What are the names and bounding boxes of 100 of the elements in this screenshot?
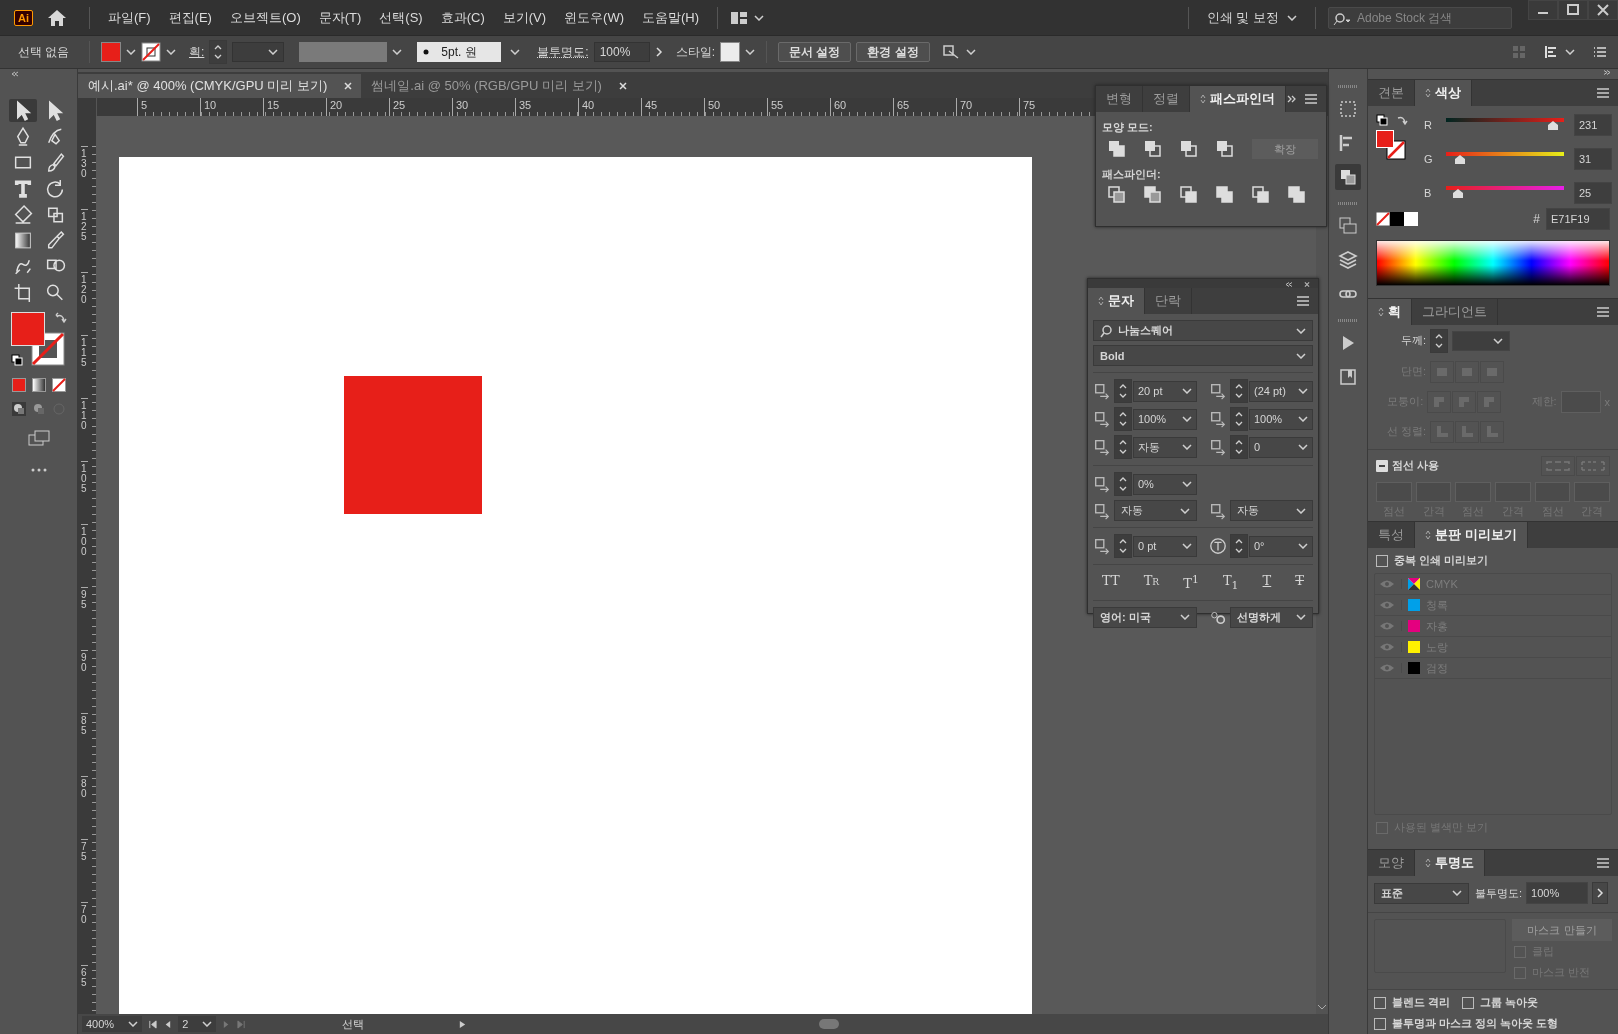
menu-item[interactable]: 오브젝트(O) xyxy=(223,8,307,27)
font-family-field[interactable]: 나눔스퀘어 xyxy=(1093,320,1313,341)
checkbox[interactable] xyxy=(1376,554,1388,567)
color-spectrum[interactable] xyxy=(1376,240,1610,286)
value-field[interactable]: (24 pt) xyxy=(1249,380,1313,402)
default-colors-icon[interactable] xyxy=(1376,114,1388,126)
opacity-label[interactable]: 불투명도: xyxy=(537,43,589,61)
minimize-icon[interactable] xyxy=(1528,0,1558,20)
value-field[interactable]: 20 pt xyxy=(1133,380,1197,402)
chevron-right-icon[interactable] xyxy=(1592,882,1609,904)
stepper-button[interactable] xyxy=(1114,435,1132,459)
type-style-button[interactable]: T xyxy=(1292,573,1307,592)
layout-icon[interactable] xyxy=(730,10,749,25)
slider-thumb[interactable] xyxy=(1454,155,1467,165)
settings-button[interactable]: 문서 설정 xyxy=(778,42,852,62)
artboard-field[interactable]: 2 xyxy=(178,1016,217,1032)
none-mode-icon[interactable] xyxy=(51,378,66,392)
stepper-button[interactable] xyxy=(1230,407,1248,431)
collapse-icon[interactable] xyxy=(1284,281,1294,288)
quick-swatch[interactable] xyxy=(1404,212,1418,226)
draw-normal-icon[interactable] xyxy=(11,402,26,416)
menu-icon[interactable] xyxy=(1296,296,1310,306)
channel-value-field[interactable]: 25 xyxy=(1574,182,1612,204)
font-style-field[interactable]: Bold xyxy=(1093,345,1313,366)
panel-tab[interactable]: 단락 xyxy=(1145,288,1192,314)
panel-tab[interactable]: 문자 xyxy=(1088,288,1145,314)
menu-icon[interactable] xyxy=(1596,88,1610,98)
type-style-button[interactable]: T$^{1}$ xyxy=(1180,573,1202,592)
color-mode-icon[interactable] xyxy=(11,378,26,392)
overlapping-squares-icon[interactable] xyxy=(1144,186,1162,204)
panel-tab[interactable]: 분판 미리보기 xyxy=(1415,522,1528,549)
list-icon[interactable] xyxy=(1592,44,1608,60)
panel-tab[interactable]: 변형 xyxy=(1096,86,1143,112)
isolate-icon[interactable] xyxy=(940,43,961,61)
expand-panel-icon[interactable] xyxy=(1286,94,1298,104)
document-tab[interactable]: 예시.ai* @ 400% (CMYK/GPU 미리 보기) xyxy=(78,74,362,98)
scroll-thumb[interactable] xyxy=(818,1019,839,1029)
menu-item[interactable]: 파일(F) xyxy=(102,8,157,27)
type-style-button[interactable]: TT xyxy=(1099,573,1123,592)
slider-thumb[interactable] xyxy=(1546,121,1559,131)
menu-item[interactable]: 편집(E) xyxy=(162,8,218,27)
checkbox[interactable] xyxy=(1374,996,1386,1009)
default-colors-icon[interactable] xyxy=(10,354,23,366)
value-field[interactable]: 0 xyxy=(1249,436,1313,458)
menu-item[interactable]: 선택(S) xyxy=(373,8,429,27)
draw-behind-icon[interactable] xyxy=(31,402,46,416)
play-icon[interactable] xyxy=(458,1019,468,1029)
blend-mode-field[interactable]: 표준 xyxy=(1374,882,1469,904)
search-field[interactable]: Adobe Stock 검색 xyxy=(1328,6,1512,29)
fill-color-swatch[interactable] xyxy=(10,312,45,346)
aki-field[interactable]: 자동 xyxy=(1114,500,1197,521)
screen-mode-icon[interactable] xyxy=(27,430,50,446)
type-style-button[interactable]: T$_{1}$ xyxy=(1219,573,1242,592)
type-style-button[interactable]: Tr xyxy=(1140,573,1163,592)
stepper-button[interactable] xyxy=(1230,435,1248,459)
language-field[interactable]: 영어: 미국 xyxy=(1093,606,1197,628)
menu-item[interactable]: 보기(V) xyxy=(496,8,553,27)
close-icon[interactable] xyxy=(1302,281,1312,288)
menu-item[interactable]: 문자(T) xyxy=(312,8,368,27)
slider-thumb[interactable] xyxy=(1451,189,1464,199)
value-field[interactable]: 100% xyxy=(1249,408,1313,430)
stepper-button[interactable] xyxy=(1114,407,1132,431)
overlapping-squares-icon[interactable] xyxy=(1180,186,1198,204)
overlapping-squares-icon[interactable] xyxy=(1252,186,1270,204)
collapse-icon[interactable] xyxy=(10,71,20,77)
stepper-button[interactable] xyxy=(1230,379,1248,403)
document-tab[interactable]: 썸네일.ai @ 50% (RGB/GPU 미리 보기) xyxy=(361,74,636,98)
stepper-button[interactable] xyxy=(1114,534,1132,558)
checkbox[interactable] xyxy=(1462,996,1475,1009)
value-field[interactable]: 자동 xyxy=(1133,436,1197,458)
style-swatch[interactable] xyxy=(720,42,741,62)
value-field[interactable]: 0% xyxy=(1133,473,1197,495)
channel-value-field[interactable]: 231 xyxy=(1574,114,1612,136)
maximize-icon[interactable] xyxy=(1558,0,1588,20)
previous-page-icon[interactable] xyxy=(163,1019,173,1029)
stepper-button[interactable] xyxy=(1430,328,1448,353)
checkbox[interactable] xyxy=(1374,1017,1386,1030)
overlapping-squares-icon[interactable] xyxy=(1108,186,1126,204)
pathfinder-icon[interactable] xyxy=(1335,164,1361,190)
stepper-button[interactable] xyxy=(1114,379,1132,403)
overlapping-squares-icon[interactable] xyxy=(1144,140,1162,158)
overlapping-squares-icon[interactable] xyxy=(1288,186,1306,204)
first-page-icon[interactable] xyxy=(148,1019,158,1029)
value-field[interactable]: 0 pt xyxy=(1133,535,1197,557)
menu-icon[interactable] xyxy=(1596,306,1610,317)
menu-icon[interactable] xyxy=(1596,858,1610,868)
opacity-field[interactable]: 100% xyxy=(1526,882,1589,904)
menu-icon[interactable] xyxy=(1304,94,1318,104)
antialias-field[interactable]: 선명하게 xyxy=(1230,606,1313,628)
panel-tab[interactable]: 투명도 xyxy=(1415,850,1485,876)
overlapping-squares-icon[interactable] xyxy=(1216,186,1234,204)
fill-swatch[interactable] xyxy=(101,42,121,62)
value-field[interactable]: 100% xyxy=(1133,408,1197,430)
collapse-icon[interactable] xyxy=(1602,69,1612,76)
panel-tab[interactable]: 색상 xyxy=(1415,80,1472,106)
stepper-button[interactable] xyxy=(209,40,228,64)
settings-button[interactable]: 환경 설정 xyxy=(856,42,930,62)
home-icon[interactable] xyxy=(47,8,67,27)
zoom-field[interactable]: 400% xyxy=(82,1016,143,1032)
aki-field[interactable]: 자동 xyxy=(1230,500,1313,521)
